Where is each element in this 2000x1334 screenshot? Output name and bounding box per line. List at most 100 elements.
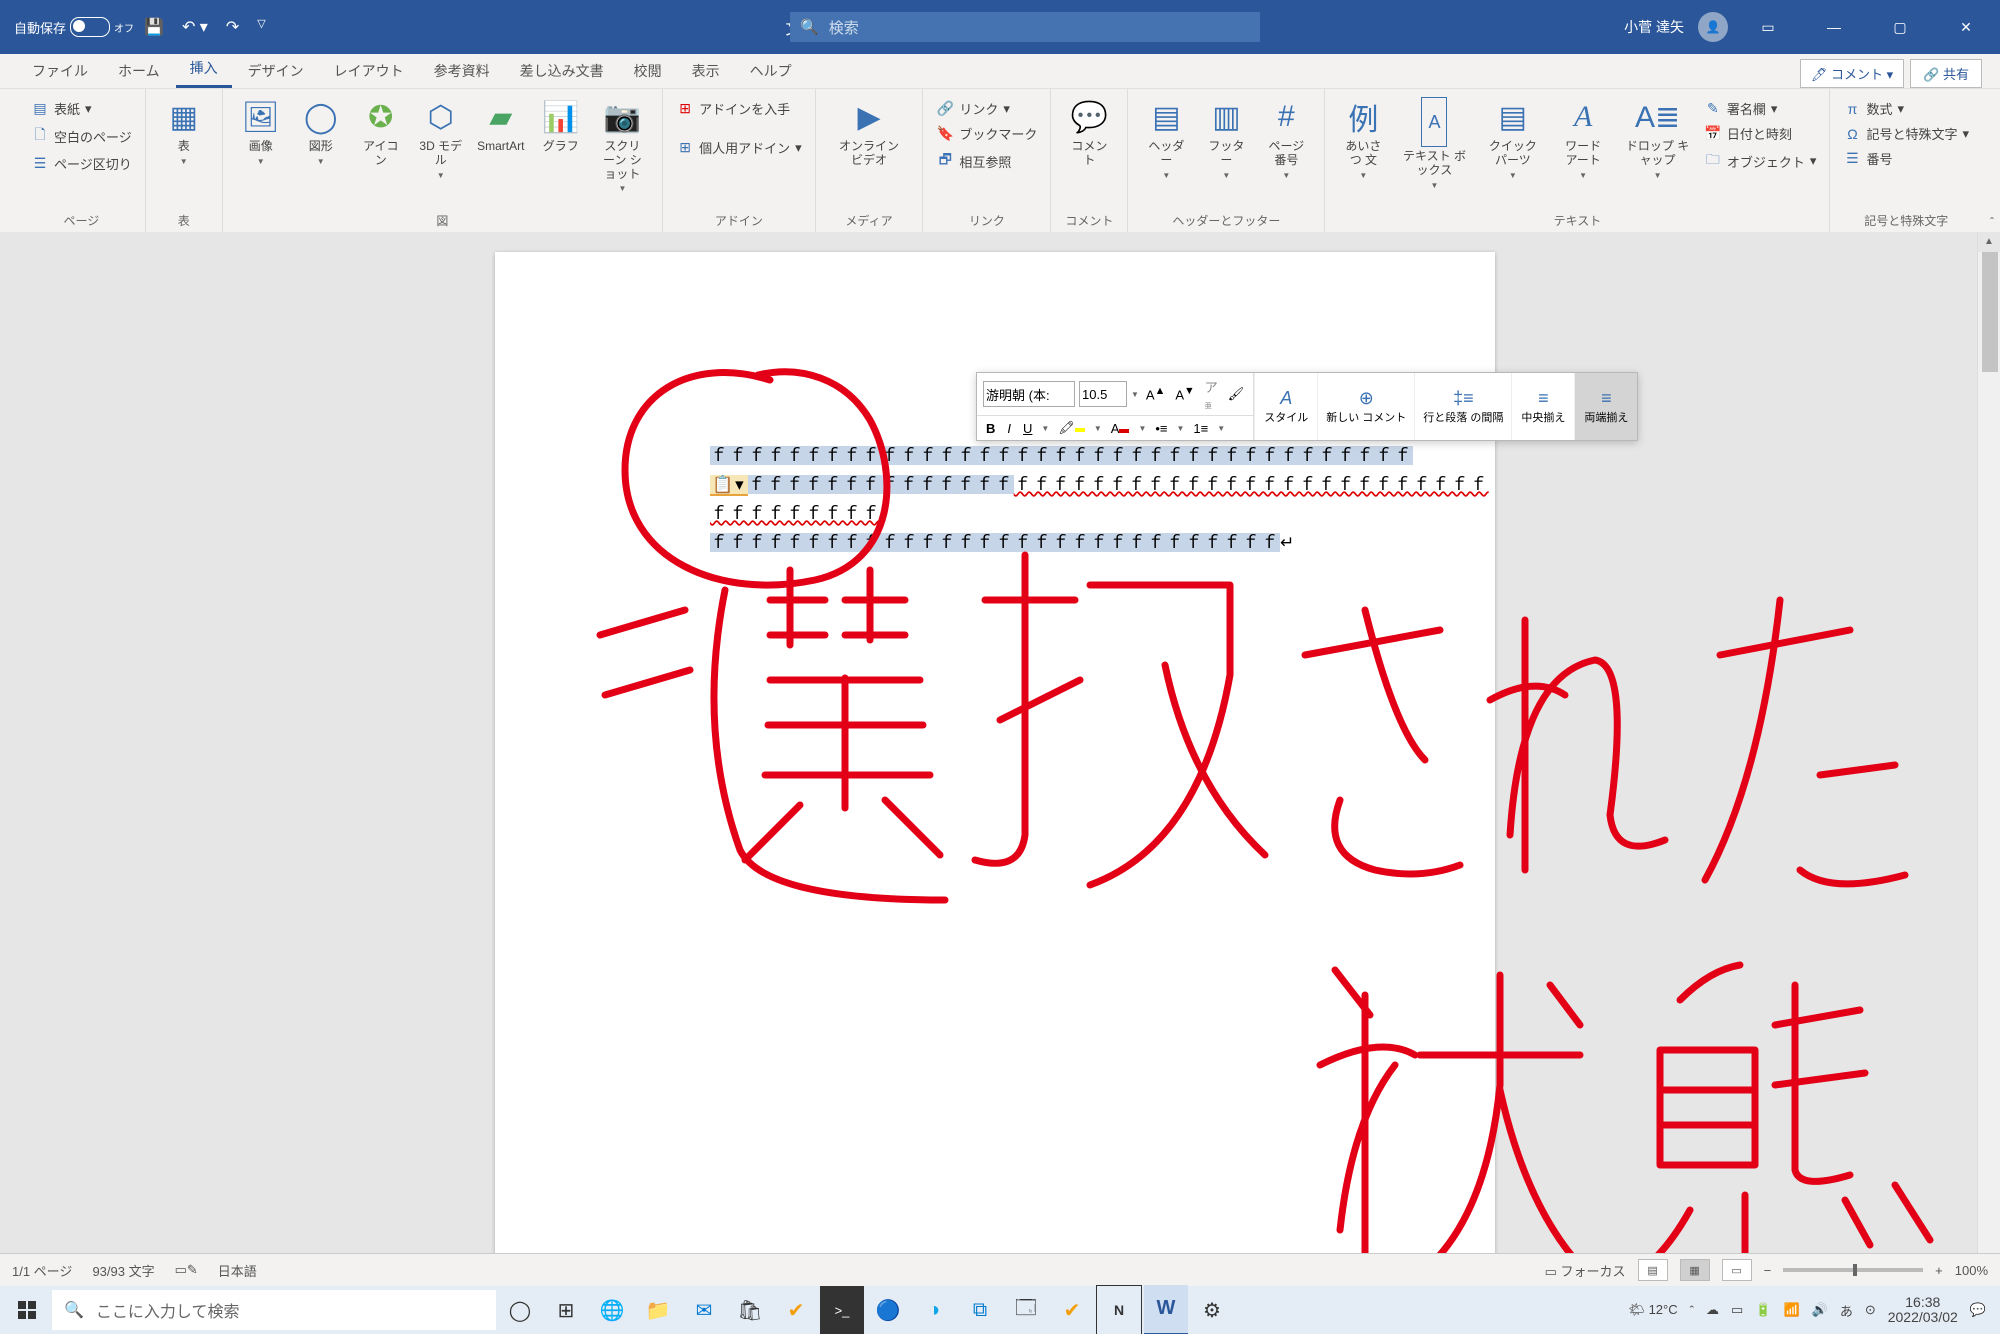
tab-design[interactable]: デザイン [234, 53, 318, 88]
vscode-icon[interactable]: ⧉ [958, 1286, 1002, 1334]
settings-icon[interactable]: ⚙ [1190, 1286, 1234, 1334]
line-spacing-button[interactable]: ‡≡行と段落 の間隔 [1414, 373, 1511, 440]
footer-button[interactable]: ▥フッター▼ [1198, 93, 1254, 184]
minimize-button[interactable]: ― [1808, 0, 1860, 54]
font-size-combo[interactable] [1079, 381, 1127, 407]
page-number-button[interactable]: #ページ 番号▼ [1258, 93, 1314, 184]
smartart-button[interactable]: ▰SmartArt [473, 93, 529, 158]
tab-references[interactable]: 参考資料 [420, 53, 504, 88]
scroll-thumb[interactable] [1982, 252, 1998, 372]
toggle-off-icon[interactable] [70, 17, 110, 37]
tray-expand-icon[interactable]: ˆ [1690, 1303, 1694, 1318]
table-button[interactable]: ▦表▼ [156, 93, 212, 170]
app-icon-2[interactable]: ◑ [912, 1286, 956, 1334]
search-box[interactable]: 🔍 検索 [790, 12, 1260, 42]
weather-widget[interactable]: 🌤 12°C [1628, 1302, 1677, 1318]
get-addins-button[interactable]: ⊞アドインを入手 [673, 97, 805, 120]
qat-dropdown-icon[interactable]: ▽ [257, 17, 265, 37]
taskbar-search[interactable]: 🔍ここに入力して検索 [52, 1290, 496, 1330]
vertical-scrollbar[interactable]: ▲ ▼ [1977, 232, 2000, 1286]
share-button[interactable]: 🔗 共有 [1910, 59, 1982, 88]
decrease-font-icon[interactable]: A▼ [1172, 384, 1197, 403]
terminal-icon[interactable]: >_ [820, 1286, 864, 1334]
cortana-icon[interactable]: ◯ [498, 1286, 542, 1334]
signature-line-button[interactable]: ✎署名欄 ▾ [1701, 97, 1820, 120]
mail-icon[interactable]: ✉ [682, 1286, 726, 1334]
link-button[interactable]: 🔗リンク ▾ [933, 97, 1040, 120]
word-count[interactable]: 93/93 文字 [92, 1261, 154, 1280]
user-name[interactable]: 小菅 達矢 [1624, 17, 1684, 37]
app-icon-1[interactable]: ✔ [774, 1286, 818, 1334]
wifi-icon[interactable]: 📶 [1783, 1302, 1799, 1318]
format-painter-icon[interactable]: 🖌 [1225, 385, 1248, 403]
chart-button[interactable]: 📊グラフ [533, 93, 589, 158]
spell-check-icon[interactable]: ▭✎ [175, 1262, 198, 1278]
tab-layout[interactable]: レイアウト [320, 53, 418, 88]
pictures-button[interactable]: 🖼画像▼ [233, 93, 289, 170]
word-taskbar-icon[interactable]: W [1144, 1285, 1188, 1334]
ime-indicator[interactable]: あ [1840, 1301, 1853, 1320]
increase-font-icon[interactable]: A▲ [1143, 384, 1168, 403]
justify-button[interactable]: ≡両端揃え [1574, 373, 1637, 440]
undo-icon[interactable]: ↶ ▾ [182, 17, 208, 37]
notion-icon[interactable]: N [1096, 1285, 1142, 1334]
zoom-slider[interactable] [1783, 1268, 1923, 1272]
dropcap-button[interactable]: A≣ドロップ キャップ▼ [1618, 93, 1697, 184]
new-comment-button[interactable]: ⊕新しい コメント [1317, 373, 1414, 440]
tab-insert[interactable]: 挿入 [176, 50, 232, 88]
close-button[interactable]: ✕ [1940, 0, 1992, 54]
print-layout-icon[interactable]: ▦ [1680, 1259, 1710, 1281]
equation-button[interactable]: π数式 ▾ [1840, 97, 1972, 120]
language-indicator[interactable]: 日本語 [218, 1261, 257, 1280]
page-break-button[interactable]: ☰ページ区切り [28, 152, 135, 175]
bookmark-button[interactable]: 🔖ブックマーク [933, 122, 1040, 145]
quick-parts-button[interactable]: ▤クイック パーツ▼ [1478, 93, 1548, 184]
battery-icon[interactable]: 🔋 [1755, 1302, 1771, 1318]
tab-home[interactable]: ホーム [104, 53, 174, 88]
header-button[interactable]: ▤ヘッダー▼ [1138, 93, 1194, 184]
date-time-button[interactable]: 📅日付と時刻 [1701, 122, 1820, 145]
onedrive-icon[interactable]: ☁ [1706, 1302, 1719, 1318]
cover-page-button[interactable]: ▤表紙 ▾ [28, 97, 135, 120]
chrome-icon[interactable]: 🔵 [866, 1286, 910, 1334]
web-layout-icon[interactable]: ▭ [1722, 1259, 1752, 1281]
3d-models-button[interactable]: ⬡3D モデル▼ [413, 93, 469, 184]
app-icon-3[interactable]: 🗔 [1004, 1286, 1048, 1334]
tab-view[interactable]: 表示 [678, 53, 734, 88]
clock[interactable]: 16:382022/03/02 [1888, 1295, 1958, 1326]
center-align-button[interactable]: ≡中央揃え [1511, 373, 1574, 440]
icons-button[interactable]: ✪アイコン [353, 93, 409, 172]
store-icon[interactable]: 🛍 [728, 1286, 772, 1334]
tab-help[interactable]: ヘルプ [736, 53, 806, 88]
document-text[interactable]: ｆｆｆｆｆｆｆｆｆｆｆｆｆｆｆｆｆｆｆｆｆｆｆｆｆｆｆｆｆｆｆｆｆｆｆｆｆ 📋▾… [710, 442, 1495, 558]
volume-icon[interactable]: 🔊 [1812, 1302, 1828, 1318]
comment-button[interactable]: 💬コメント [1061, 93, 1117, 172]
wordart-button[interactable]: Aワード アート▼ [1552, 93, 1614, 184]
highlight-button[interactable]: 🖍 [1055, 419, 1088, 437]
phonetic-guide-icon[interactable]: ア亜 [1202, 376, 1221, 412]
object-button[interactable]: 🗀オブジェクト ▾ [1701, 147, 1820, 175]
collapse-ribbon-icon[interactable]: ˆ [1990, 215, 1994, 229]
explorer-icon[interactable]: 📁 [636, 1286, 680, 1334]
ribbon-display-icon[interactable]: ▭ [1742, 0, 1794, 54]
font-family-combo[interactable] [983, 381, 1075, 407]
edge-icon[interactable]: 🌐 [590, 1286, 634, 1334]
textbox-button[interactable]: Aテキスト ボックス▼ [1395, 93, 1473, 194]
user-avatar-icon[interactable]: 👤 [1698, 12, 1728, 42]
greeting-button[interactable]: 例あいさつ 文▼ [1335, 93, 1391, 184]
my-addins-button[interactable]: ⊞個人用アドイン ▾ [673, 136, 805, 159]
maximize-button[interactable]: ▢ [1874, 0, 1926, 54]
app-icon-4[interactable]: ✔ [1050, 1286, 1094, 1334]
focus-mode-button[interactable]: ▭ フォーカス [1545, 1261, 1626, 1280]
bullets-button[interactable]: •≡ [1152, 420, 1170, 437]
cross-reference-button[interactable]: 🗗相互参照 [933, 147, 1040, 175]
redo-icon[interactable]: ↷ [226, 17, 239, 37]
tab-mailings[interactable]: 差し込み文書 [506, 53, 618, 88]
notifications-icon[interactable]: 💬 [1970, 1302, 1986, 1318]
zoom-out-button[interactable]: − [1764, 1263, 1772, 1278]
font-color-button[interactable]: A [1108, 420, 1133, 437]
online-video-button[interactable]: ▶オンライン ビデオ [826, 93, 913, 172]
insert-options-icon[interactable]: 📋▾ [710, 475, 748, 496]
autosave-toggle[interactable]: 自動保存 オフ [14, 17, 134, 37]
blank-page-button[interactable]: 🗋空白のページ [28, 122, 135, 150]
